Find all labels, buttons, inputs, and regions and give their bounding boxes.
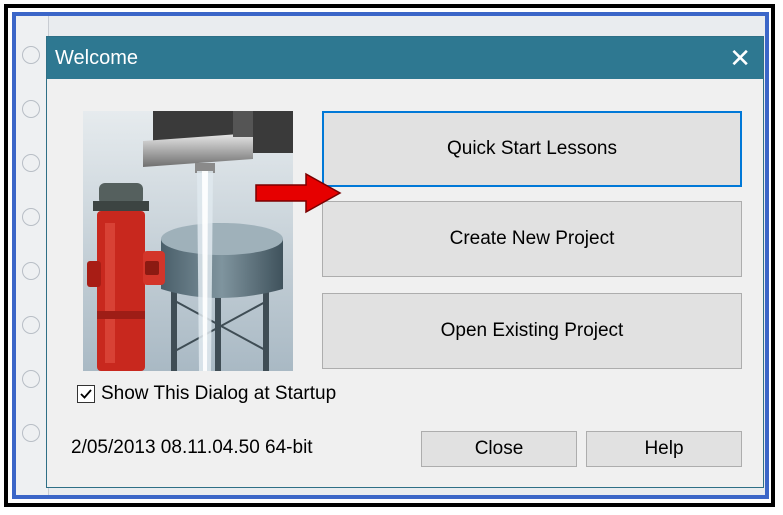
welcome-illustration	[83, 111, 293, 371]
show-at-startup-row[interactable]: Show This Dialog at Startup	[77, 383, 336, 405]
dialog-title: Welcome	[55, 47, 138, 69]
close-button[interactable]: Close	[421, 431, 577, 467]
version-info: 2/05/2013 08.11.04.50 64-bit	[71, 437, 313, 458]
background-tool-icon	[22, 208, 40, 226]
background-app-toolbar	[16, 16, 49, 495]
background-tool-icon	[22, 316, 40, 334]
open-existing-project-button[interactable]: Open Existing Project	[322, 293, 742, 369]
checkmark-icon	[80, 389, 92, 399]
help-button-label: Help	[644, 438, 684, 459]
create-new-project-label: Create New Project	[449, 228, 615, 249]
show-at-startup-checkbox[interactable]	[77, 385, 95, 403]
background-tool-icon	[22, 154, 40, 172]
show-at-startup-label: Show This Dialog at Startup	[101, 383, 337, 404]
background-tool-icon	[22, 424, 40, 442]
dialog-titlebar: Welcome ✕	[47, 37, 763, 79]
create-new-project-button[interactable]: Create New Project	[322, 201, 742, 277]
welcome-dialog: Welcome ✕ Quick Start Lessons Create New…	[46, 36, 764, 488]
close-button-label: Close	[474, 438, 524, 459]
background-tool-icon	[22, 370, 40, 388]
close-icon[interactable]: ✕	[729, 43, 751, 74]
background-tool-icon	[22, 46, 40, 64]
red-arrow-annotation-icon	[255, 172, 342, 214]
help-button[interactable]: Help	[586, 431, 742, 467]
background-tool-icon	[22, 100, 40, 118]
quick-start-lessons-label: Quick Start Lessons	[446, 138, 618, 159]
background-tool-icon	[22, 262, 40, 280]
open-existing-project-label: Open Existing Project	[440, 320, 624, 341]
quick-start-lessons-button[interactable]: Quick Start Lessons	[322, 111, 742, 187]
hydrant-water-tower-image	[83, 111, 293, 371]
